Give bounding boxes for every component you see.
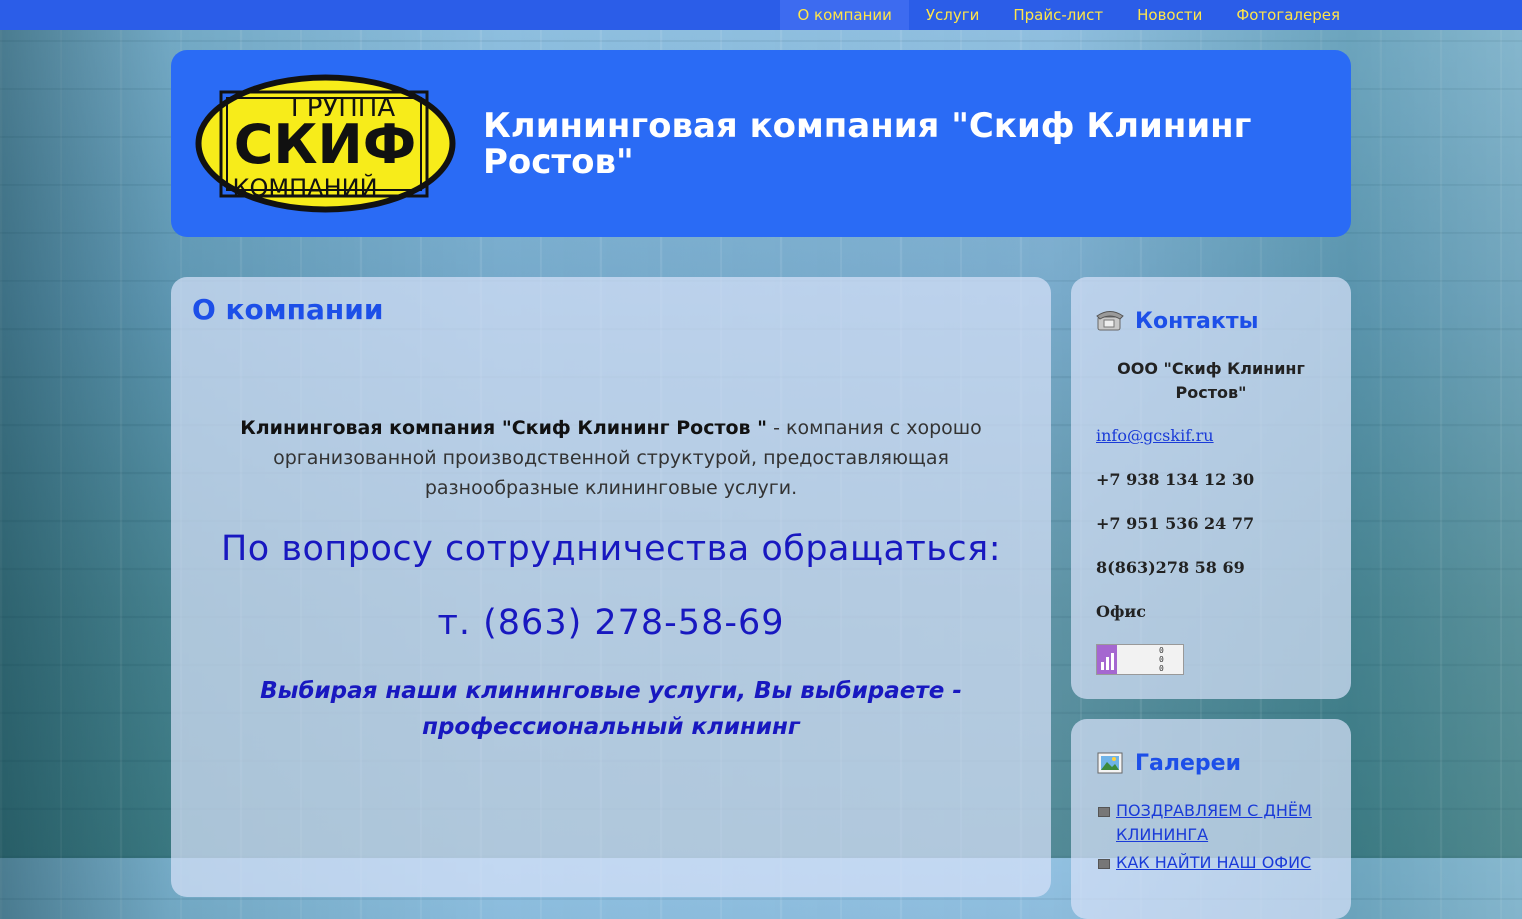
main-content: О компании Клининговая компания "Скиф Кл… [171,277,1051,897]
company-logo[interactable]: ГРУППА СКИФ КОМПАНИЙ [193,72,458,215]
email-link[interactable]: info@gcskif.ru [1096,426,1214,445]
nav-item-services[interactable]: Услуги [909,0,996,30]
thumbnail-icon [1098,807,1110,817]
gallery-link-find-office[interactable]: Как найти наш офис [1116,853,1311,872]
visit-counter[interactable]: 0 0 0 [1096,644,1184,675]
site-header: ГРУППА СКИФ КОМПАНИЙ Клининговая компани… [171,50,1351,237]
nav-item-photogallery[interactable]: Фотогалерея [1219,0,1357,30]
slogan: Выбирая наши клининговые услуги, Вы выби… [260,678,962,740]
counter-row-2: 0 [1159,655,1164,664]
galleries-heading: Галереи [1095,747,1241,779]
phone-3: 8(863)278 58 69 [1096,558,1245,577]
company-intro: Клининговая компания "Скиф Клининг Росто… [211,413,1011,503]
gallery-list: Поздравляем с днём клининга Как найти на… [1096,799,1336,879]
nav-item-about[interactable]: О компании [780,0,909,30]
intro-company-name: Клининговая компания "Скиф Клининг Росто… [240,417,768,439]
list-item: Как найти наш офис [1096,851,1336,875]
picture-icon [1097,752,1123,774]
telephone-icon [1096,311,1124,331]
galleries-title: Галереи [1135,750,1241,776]
nav-item-news[interactable]: Новости [1120,0,1219,30]
contacts-title: Контакты [1135,308,1259,334]
nav-item-pricelist[interactable]: Прайс-лист [996,0,1120,30]
counter-row-1: 0 [1159,646,1164,655]
phone-1: +7 938 134 12 30 [1096,470,1255,489]
list-item: Поздравляем с днём клининга [1096,799,1336,847]
phone-2: +7 951 536 24 77 [1096,514,1255,533]
counter-bars-icon [1097,645,1117,674]
galleries-panel: Галереи Поздравляем с днём клининга Как … [1071,719,1351,919]
thumbnail-icon [1098,859,1110,869]
counter-row-3: 0 [1159,664,1164,673]
svg-text:КОМПАНИЙ: КОМПАНИЙ [232,173,377,202]
contacts-panel: Контакты ООО "Скиф Клининг Ростов" info@… [1071,277,1351,699]
nav-menu: О компании Услуги Прайс-лист Новости Фот… [780,0,1357,30]
contacts-heading: Контакты [1095,305,1258,337]
cooperation-text: По вопросу сотрудничества обращаться: [220,529,1002,569]
office-label: Офис [1096,602,1146,621]
svg-text:СКИФ: СКИФ [234,113,417,176]
company-name: ООО "Скиф Клининг Ростов" [1117,359,1305,402]
main-phone: т. (863) 278-58-69 [437,603,785,643]
gallery-link-cleaning-day[interactable]: Поздравляем с днём клининга [1116,801,1312,844]
page-title: О компании [192,293,384,326]
site-title: Клининговая компания "Скиф Клининг Росто… [483,106,1252,182]
top-navigation: О компании Услуги Прайс-лист Новости Фот… [0,0,1522,30]
